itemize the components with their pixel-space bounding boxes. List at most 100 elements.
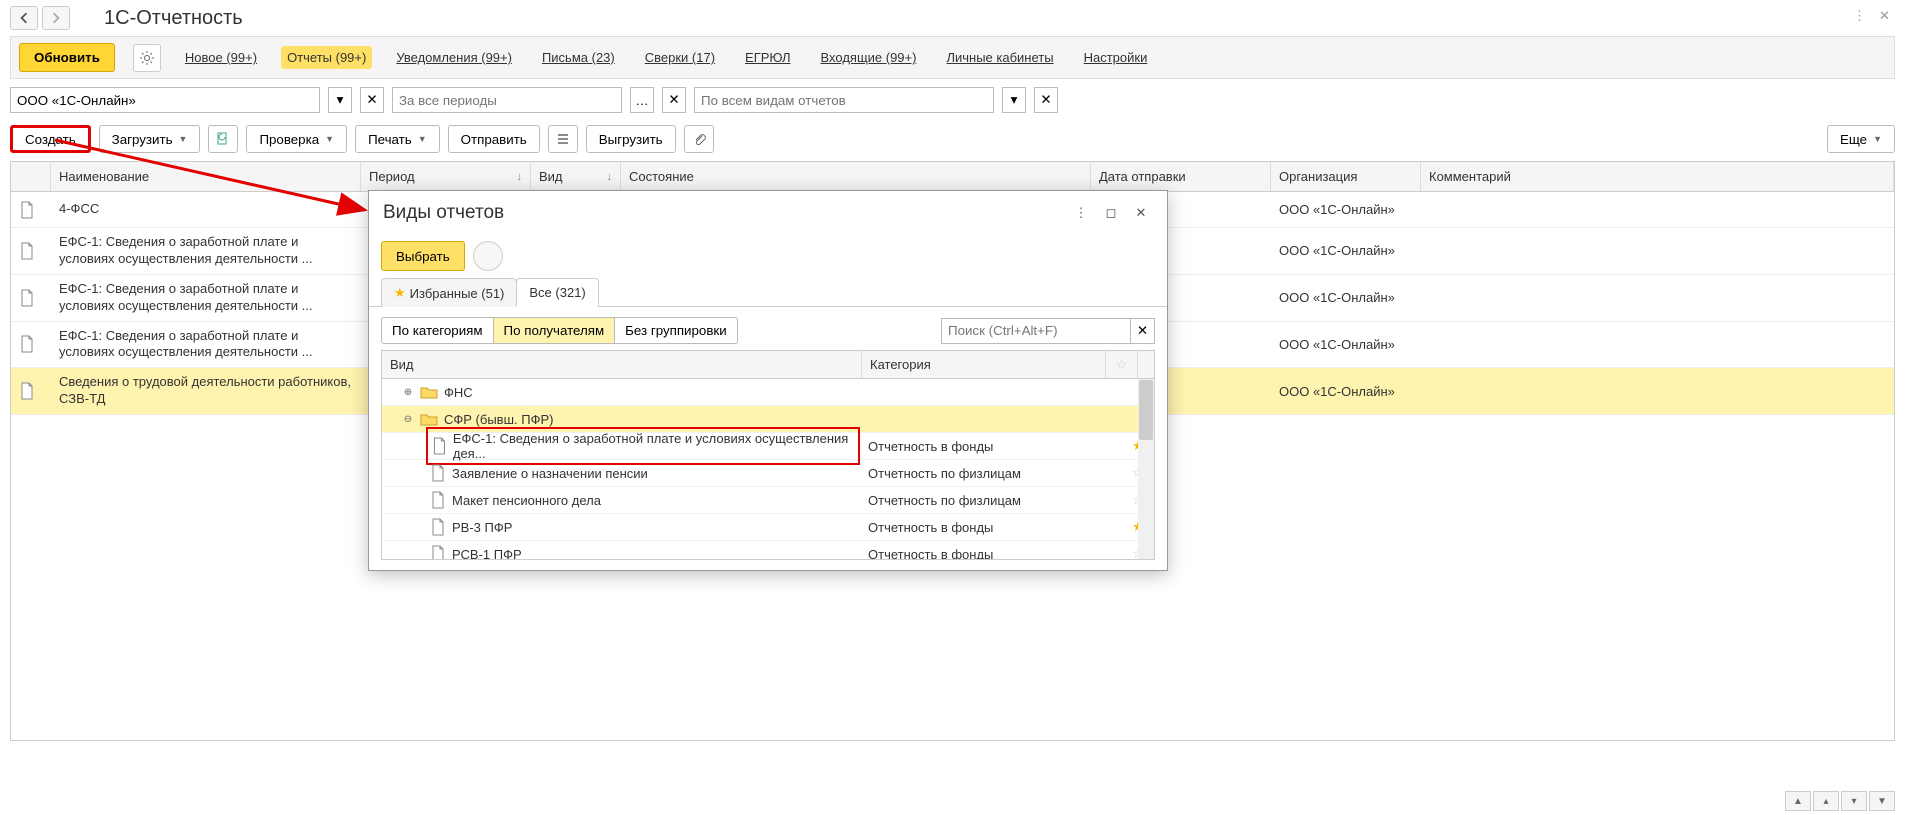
tab-incoming[interactable]: Входящие (99+) xyxy=(815,46,923,69)
tab-notifications[interactable]: Уведомления (99+) xyxy=(390,46,518,69)
nav-up-button[interactable]: ▴ xyxy=(1813,791,1839,811)
th-period[interactable]: Период↓ xyxy=(361,162,531,191)
collapse-icon[interactable]: ⊖ xyxy=(402,414,414,425)
tree-th-category[interactable]: Категория xyxy=(862,351,1106,378)
dialog-round-button[interactable] xyxy=(473,241,503,271)
tab-accounts[interactable]: Личные кабинеты xyxy=(940,46,1059,69)
dialog-close-button[interactable]: ✕ xyxy=(1129,201,1153,225)
row-org: ООО «1С-Онлайн» xyxy=(1271,378,1421,405)
tab-egrul[interactable]: ЕГРЮЛ xyxy=(739,46,796,69)
type-filter-input[interactable] xyxy=(694,87,994,113)
tab-favorites[interactable]: ★Избранные (51) xyxy=(381,278,517,307)
refresh-button[interactable]: Обновить xyxy=(19,43,115,72)
tree-item[interactable]: Макет пенсионного дела Отчетность по физл… xyxy=(382,487,1154,514)
sort-icon: ↓ xyxy=(607,171,613,183)
send-button[interactable]: Отправить xyxy=(448,125,540,153)
tab-new[interactable]: Новое (99+) xyxy=(179,46,263,69)
check-button[interactable]: Проверка▼ xyxy=(246,125,347,153)
tree-th-star[interactable]: ☆ xyxy=(1106,351,1138,378)
th-type[interactable]: Вид↓ xyxy=(531,162,621,191)
chevron-down-icon: ▼ xyxy=(179,134,188,144)
arrow-right-icon xyxy=(50,12,62,24)
th-icon xyxy=(11,162,51,191)
document-icon xyxy=(19,382,35,400)
list-view-button[interactable] xyxy=(548,125,578,153)
th-state[interactable]: Состояние xyxy=(621,162,1091,191)
group-none-button[interactable]: Без группировки xyxy=(615,317,738,344)
tab-letters[interactable]: Письма (23) xyxy=(536,46,621,69)
paperclip-icon xyxy=(692,132,706,146)
tree-th-type[interactable]: Вид xyxy=(382,351,862,378)
org-dropdown-button[interactable]: ▾ xyxy=(328,87,352,113)
toolbar-row: Создать Загрузить▼ Проверка▼ Печать▼ Отп… xyxy=(0,121,1905,161)
expand-icon[interactable]: ⊕ xyxy=(402,387,414,398)
type-dropdown-button[interactable]: ▾ xyxy=(1002,87,1026,113)
tree-item[interactable]: РВ-3 ПФРОтчетность в фонды★ xyxy=(382,514,1154,541)
close-page-icon[interactable]: ✕ xyxy=(1879,8,1895,24)
report-types-dialog: Виды отчетов ⋮ ◻ ✕ Выбрать ★Избранные (5… xyxy=(368,190,1168,571)
th-name[interactable]: Наименование xyxy=(51,162,361,191)
tab-reports[interactable]: Отчеты (99+) xyxy=(281,46,372,69)
print-button[interactable]: Печать▼ xyxy=(355,125,440,153)
org-clear-button[interactable]: ✕ xyxy=(360,87,384,113)
export-label: Выгрузить xyxy=(599,132,663,147)
tree-folder[interactable]: ⊕ ФНС xyxy=(382,379,1154,406)
type-clear-button[interactable]: ✕ xyxy=(1034,87,1058,113)
gear-icon xyxy=(139,50,155,66)
period-filter-input[interactable] xyxy=(392,87,622,113)
create-label: Создать xyxy=(25,132,76,147)
report-types-tree: Вид Категория ☆ ⊕ ФНС ⊖ СФР (бывш. ПФР) ЕФС-… xyxy=(381,350,1155,560)
item-label: Заявление о назначении пенсии xyxy=(452,466,648,481)
document-icon xyxy=(19,289,35,307)
load-button[interactable]: Загрузить▼ xyxy=(99,125,201,153)
tree-item[interactable]: Заявление о назначении пенсииОтчетность … xyxy=(382,460,1154,487)
dialog-menu-button[interactable]: ⋮ xyxy=(1069,201,1093,225)
dialog-title: Виды отчетов xyxy=(383,202,1063,224)
settings-gear-button[interactable] xyxy=(133,44,161,72)
row-org: ООО «1С-Онлайн» xyxy=(1271,196,1421,223)
tree-item[interactable]: ЕФС-1: Сведения о заработной плате и усл… xyxy=(382,433,1154,460)
kebab-icon[interactable]: ⋮ xyxy=(1853,8,1869,24)
org-filter-input[interactable] xyxy=(10,87,320,113)
nav-first-button[interactable]: ▲ xyxy=(1785,791,1811,811)
th-comment[interactable]: Комментарий xyxy=(1421,162,1894,191)
folder-icon xyxy=(420,412,438,426)
item-category: Отчетность по физлицам xyxy=(862,493,1122,508)
item-label: Макет пенсионного дела xyxy=(452,493,601,508)
nav-down-button[interactable]: ▾ xyxy=(1841,791,1867,811)
row-name: 4-ФСС xyxy=(51,195,361,224)
scrollbar[interactable] xyxy=(1138,379,1154,559)
nav-last-button[interactable]: ▼ xyxy=(1869,791,1895,811)
item-label: ЕФС-1: Сведения о заработной плате и усл… xyxy=(453,431,854,461)
tab-all[interactable]: Все (321) xyxy=(516,278,598,307)
document-icon xyxy=(430,491,446,509)
group-by-recipient-button[interactable]: По получателям xyxy=(494,317,616,344)
export-button[interactable]: Выгрузить xyxy=(586,125,676,153)
attach-button[interactable] xyxy=(684,125,714,153)
tree-item[interactable]: РСВ-1 ПФРОтчетность в фонды☆ xyxy=(382,541,1154,559)
tab-settings[interactable]: Настройки xyxy=(1078,46,1154,69)
more-button[interactable]: Еще▼ xyxy=(1827,125,1895,153)
reload-from-file-button[interactable] xyxy=(208,125,238,153)
th-sent-date[interactable]: Дата отправки xyxy=(1091,162,1271,191)
period-picker-button[interactable]: … xyxy=(630,87,654,113)
select-button[interactable]: Выбрать xyxy=(381,241,465,271)
group-by-category-button[interactable]: По категориям xyxy=(381,317,494,344)
th-org[interactable]: Организация xyxy=(1271,162,1421,191)
item-category: Отчетность в фонды xyxy=(862,439,1122,454)
document-icon xyxy=(430,518,446,536)
search-input[interactable] xyxy=(941,318,1131,344)
nav-back-button[interactable] xyxy=(10,6,38,30)
tab-reconciliations[interactable]: Сверки (17) xyxy=(639,46,721,69)
dialog-maximize-button[interactable]: ◻ xyxy=(1099,201,1123,225)
nav-forward-button[interactable] xyxy=(42,6,70,30)
document-icon xyxy=(19,335,35,353)
star-icon: ★ xyxy=(394,285,406,301)
search-clear-button[interactable]: ✕ xyxy=(1131,318,1155,344)
folder-label: СФР (бывш. ПФР) xyxy=(444,412,553,427)
create-button[interactable]: Создать xyxy=(10,125,91,153)
folder-label: ФНС xyxy=(444,385,473,400)
row-name: Сведения о трудовой деятельности работни… xyxy=(51,368,361,414)
print-label: Печать xyxy=(368,132,412,147)
period-clear-button[interactable]: ✕ xyxy=(662,87,686,113)
